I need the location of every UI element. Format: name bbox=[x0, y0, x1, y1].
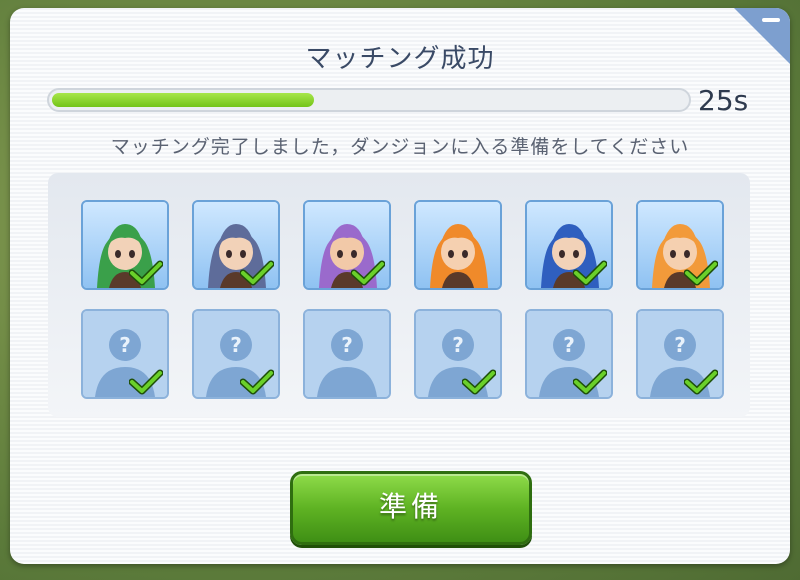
dialog-title: マッチング成功 bbox=[305, 44, 495, 74]
svg-text:?: ? bbox=[341, 333, 353, 357]
party-member-slot bbox=[192, 200, 280, 290]
ready-check-icon bbox=[128, 369, 164, 395]
ready-check-icon bbox=[239, 369, 275, 395]
ready-check-icon bbox=[683, 369, 719, 395]
matching-dialog: マッチング成功 25s マッチング完了しました，ダンジョンに入る準備をしてくださ… bbox=[10, 8, 790, 564]
unknown-member-slot: ? bbox=[303, 309, 391, 399]
unknown-member-slot: ? bbox=[414, 309, 502, 399]
unknown-member-slot: ? bbox=[192, 309, 280, 399]
ready-check-icon bbox=[350, 260, 386, 286]
unknown-member-slot: ? bbox=[81, 309, 169, 399]
party-member-slot bbox=[303, 200, 391, 290]
status-message: マッチング完了しました，ダンジョンに入る準備をしてください bbox=[110, 136, 690, 158]
unknown-avatar-icon: ? bbox=[305, 311, 389, 397]
unknown-member-slot: ? bbox=[636, 309, 724, 399]
ready-button[interactable]: 準備 bbox=[290, 471, 532, 545]
ready-check-icon bbox=[572, 260, 608, 286]
ready-check-icon bbox=[128, 260, 164, 286]
party-member-slot bbox=[81, 200, 169, 290]
svg-text:?: ? bbox=[563, 333, 575, 357]
minus-icon[interactable] bbox=[762, 18, 780, 22]
party-member-slot bbox=[414, 200, 502, 290]
ready-check-icon bbox=[683, 260, 719, 286]
svg-text:?: ? bbox=[674, 333, 686, 357]
ready-check-icon bbox=[461, 369, 497, 395]
character-avatar bbox=[416, 202, 500, 288]
svg-text:?: ? bbox=[230, 333, 242, 357]
party-member-slot bbox=[525, 200, 613, 290]
party-member-slot bbox=[636, 200, 724, 290]
progress-fill bbox=[52, 93, 315, 107]
svg-text:?: ? bbox=[119, 333, 131, 357]
countdown-progress-bar bbox=[47, 88, 691, 112]
party-panel: ? ? ? ? ? ? bbox=[48, 173, 750, 417]
ready-check-icon bbox=[239, 260, 275, 286]
svg-text:?: ? bbox=[452, 333, 464, 357]
countdown-timer: 25s bbox=[698, 84, 749, 117]
unknown-member-slot: ? bbox=[525, 309, 613, 399]
ready-check-icon bbox=[572, 369, 608, 395]
